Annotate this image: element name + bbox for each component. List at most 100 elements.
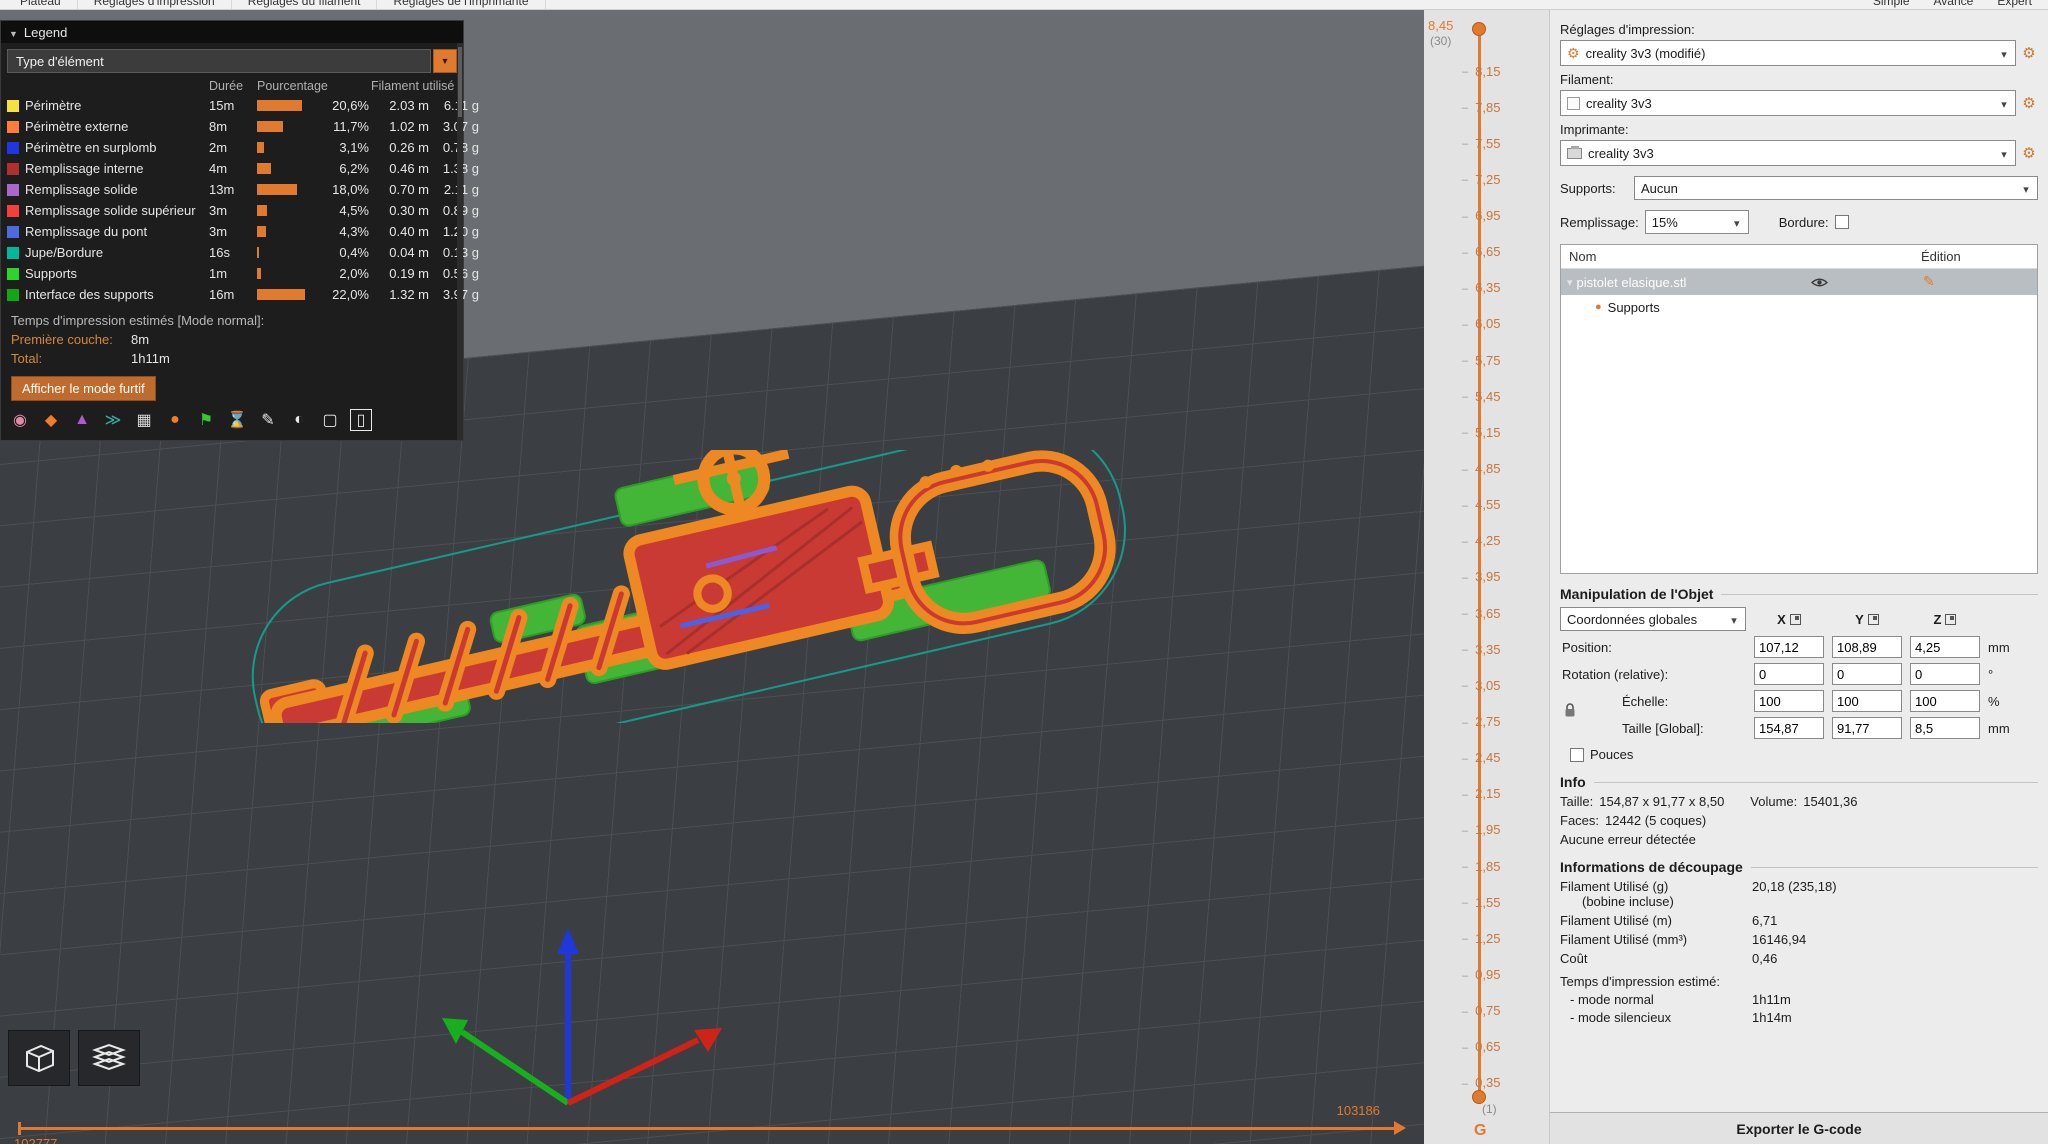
uniform-scale-lock-icon[interactable] — [1564, 703, 1576, 718]
layer-tick[interactable]: 0,95 — [1462, 967, 1545, 982]
layer-tick[interactable]: 4,85 — [1462, 460, 1545, 478]
position-x-field[interactable] — [1754, 636, 1824, 658]
layer-tick[interactable]: 7,55 — [1462, 136, 1545, 151]
layer-tick[interactable]: 5,75 — [1462, 353, 1545, 368]
layer-tick[interactable]: 1,25 — [1462, 931, 1545, 946]
filament-gear-button[interactable] — [2020, 94, 2038, 112]
layer-tick[interactable]: 5,45 — [1462, 389, 1545, 404]
layer-tick[interactable]: 7,25 — [1462, 172, 1545, 187]
printer-combo[interactable]: creality 3v3 — [1560, 140, 2016, 166]
tab-r-glages-de-l-imprimante[interactable]: Réglages de l'imprimante — [377, 0, 546, 9]
layer-tick[interactable]: 0,65 — [1462, 1039, 1545, 1054]
tick-mark-icon — [1462, 460, 1468, 478]
layer-tick[interactable]: 6,35 — [1462, 280, 1545, 296]
rotation-relative-y-field[interactable] — [1832, 663, 1902, 685]
layer-tick[interactable]: 0,75 — [1462, 1003, 1545, 1018]
tab-r-glages-d-impression[interactable]: Réglages d'impression — [78, 0, 232, 9]
layer-slider[interactable]: 8,45 (30) 8,15 7,85 7,55 7,25 6,95 6,65 6,35 6,… — [1424, 10, 1549, 1144]
layer-tick[interactable]: 2,75 — [1462, 714, 1545, 729]
time-toggle-icon[interactable]: ⌛ — [226, 409, 248, 431]
position-z-field[interactable] — [1910, 636, 1980, 658]
mode-avanc[interactable]: Avancé — [1922, 0, 1986, 9]
layer-tick[interactable]: 8,15 — [1462, 64, 1545, 79]
legend-title-bar[interactable]: Legend — [1, 21, 463, 43]
position-y-field[interactable] — [1832, 636, 1902, 658]
taille-global-x-field[interactable] — [1754, 717, 1824, 739]
pause-toggle-icon[interactable]: ⚑ — [195, 409, 217, 431]
infill-combo[interactable]: 15% — [1644, 210, 1749, 234]
viewport-3d[interactable]: Legend Type d'élément Durée Pourcentage … — [0, 10, 1424, 1144]
layer-tick[interactable]: 0,35 — [1462, 1075, 1545, 1090]
layers-toggle-icon[interactable]: ≫ — [102, 409, 124, 431]
chelle-x-field[interactable] — [1754, 690, 1824, 712]
tick-label: 3,05 — [1475, 677, 1501, 693]
layer-tick[interactable]: 3,35 — [1462, 642, 1545, 657]
retractions-toggle-icon[interactable]: ◆ — [40, 409, 62, 431]
legend-scrollbar[interactable] — [457, 43, 463, 440]
layer-tick[interactable]: 7,85 — [1462, 100, 1545, 115]
export-gcode-button[interactable]: Exporter le G-code — [1550, 1112, 2048, 1144]
layer-tick[interactable]: 6,65 — [1462, 244, 1545, 259]
layer-tick[interactable]: 2,15 — [1462, 786, 1545, 801]
collapse-caret-icon[interactable] — [1567, 276, 1573, 289]
color-change-toggle-icon[interactable]: ● — [164, 409, 186, 431]
taille-global-y-field[interactable] — [1832, 717, 1902, 739]
layer-tick[interactable]: 3,05 — [1462, 677, 1545, 693]
printer-gear-button[interactable] — [2020, 144, 2038, 162]
exit-preview-icon[interactable]: ▯ — [350, 409, 372, 431]
sliced-model-pistol[interactable] — [235, 450, 1135, 723]
layer-tick[interactable]: 1,85 — [1462, 859, 1545, 874]
layer-tick[interactable]: 1,55 — [1462, 895, 1545, 910]
tab-plateau[interactable]: Plateau — [4, 0, 78, 9]
inches-checkbox[interactable] — [1570, 747, 1584, 762]
layer-tick[interactable]: 4,55 — [1462, 497, 1545, 512]
eye-visibility-icon[interactable] — [1810, 276, 1829, 291]
print-settings-gear-button[interactable] — [2020, 44, 2038, 62]
shells-toggle-icon[interactable]: ◐ — [288, 409, 310, 431]
layer-slider-upper-handle[interactable] — [1472, 22, 1486, 36]
print-settings-combo[interactable]: creality 3v3 (modifié) — [1560, 40, 2016, 66]
custom-gcode-toggle-icon[interactable]: ✎ — [257, 409, 279, 431]
layer-tick[interactable]: 3,65 — [1462, 606, 1545, 621]
tick-label: 6,35 — [1475, 280, 1501, 296]
object-filename: pistolet elasique.stl — [1576, 274, 1687, 290]
legend-row-meters: 0.46 m — [389, 161, 429, 176]
layer-tick[interactable]: 2,45 — [1462, 750, 1545, 765]
stealth-mode-button[interactable]: Afficher le mode furtif — [11, 376, 156, 401]
infill-toggle-icon[interactable]: ▦ — [133, 409, 155, 431]
chelle-z-field[interactable] — [1910, 690, 1980, 712]
infill-label: Remplissage: — [1560, 214, 1639, 230]
tick-mark-icon — [1462, 207, 1468, 225]
edit-object-icon[interactable] — [1923, 273, 1935, 290]
brim-checkbox[interactable] — [1834, 215, 1849, 229]
view-3d-button[interactable] — [8, 1030, 70, 1086]
layer-tick[interactable]: 6,05 — [1462, 316, 1545, 331]
legend-type-dropdown-button[interactable] — [433, 49, 457, 73]
object-row-supports[interactable]: Supports — [1561, 295, 2037, 319]
seams-toggle-icon[interactable]: ◉ — [9, 409, 31, 431]
view-layers-button[interactable] — [78, 1030, 140, 1086]
legend-type-select[interactable]: Type d'élément — [7, 49, 431, 73]
legend-row-duration: 15m — [209, 98, 235, 113]
tab-r-glages-du-filament[interactable]: Réglages du filament — [232, 0, 378, 9]
object-row-selected[interactable]: pistolet elasique.stl — [1561, 269, 2037, 295]
mode-expert[interactable]: Expert — [1985, 0, 2044, 9]
gcode-move-slider[interactable] — [18, 1121, 1406, 1135]
layer-tick[interactable]: 1,95 — [1462, 822, 1545, 837]
time-row-label: - mode normal — [1570, 992, 1654, 1007]
mode-simple[interactable]: Simple — [1861, 0, 1922, 9]
chelle-y-field[interactable] — [1832, 690, 1902, 712]
layer-tick[interactable]: 4,25 — [1462, 533, 1545, 548]
layer-tick[interactable]: 5,15 — [1462, 425, 1545, 440]
taille-global-z-field[interactable] — [1910, 717, 1980, 739]
filament-combo[interactable]: creality 3v3 — [1560, 90, 2016, 116]
wireframe-toggle-icon[interactable]: ▢ — [319, 409, 341, 431]
layer-tick[interactable]: 3,95 — [1462, 569, 1545, 584]
rotation-relative-z-field[interactable] — [1910, 663, 1980, 685]
layer-tick[interactable]: 6,95 — [1462, 207, 1545, 225]
supports-toggle-icon[interactable]: ▲ — [71, 409, 93, 431]
chevron-down-icon — [1727, 612, 1741, 627]
rotation-relative-x-field[interactable] — [1754, 663, 1824, 685]
coordinate-mode-combo[interactable]: Coordonnées globales — [1560, 607, 1746, 631]
supports-combo[interactable]: Aucun — [1634, 176, 2038, 200]
